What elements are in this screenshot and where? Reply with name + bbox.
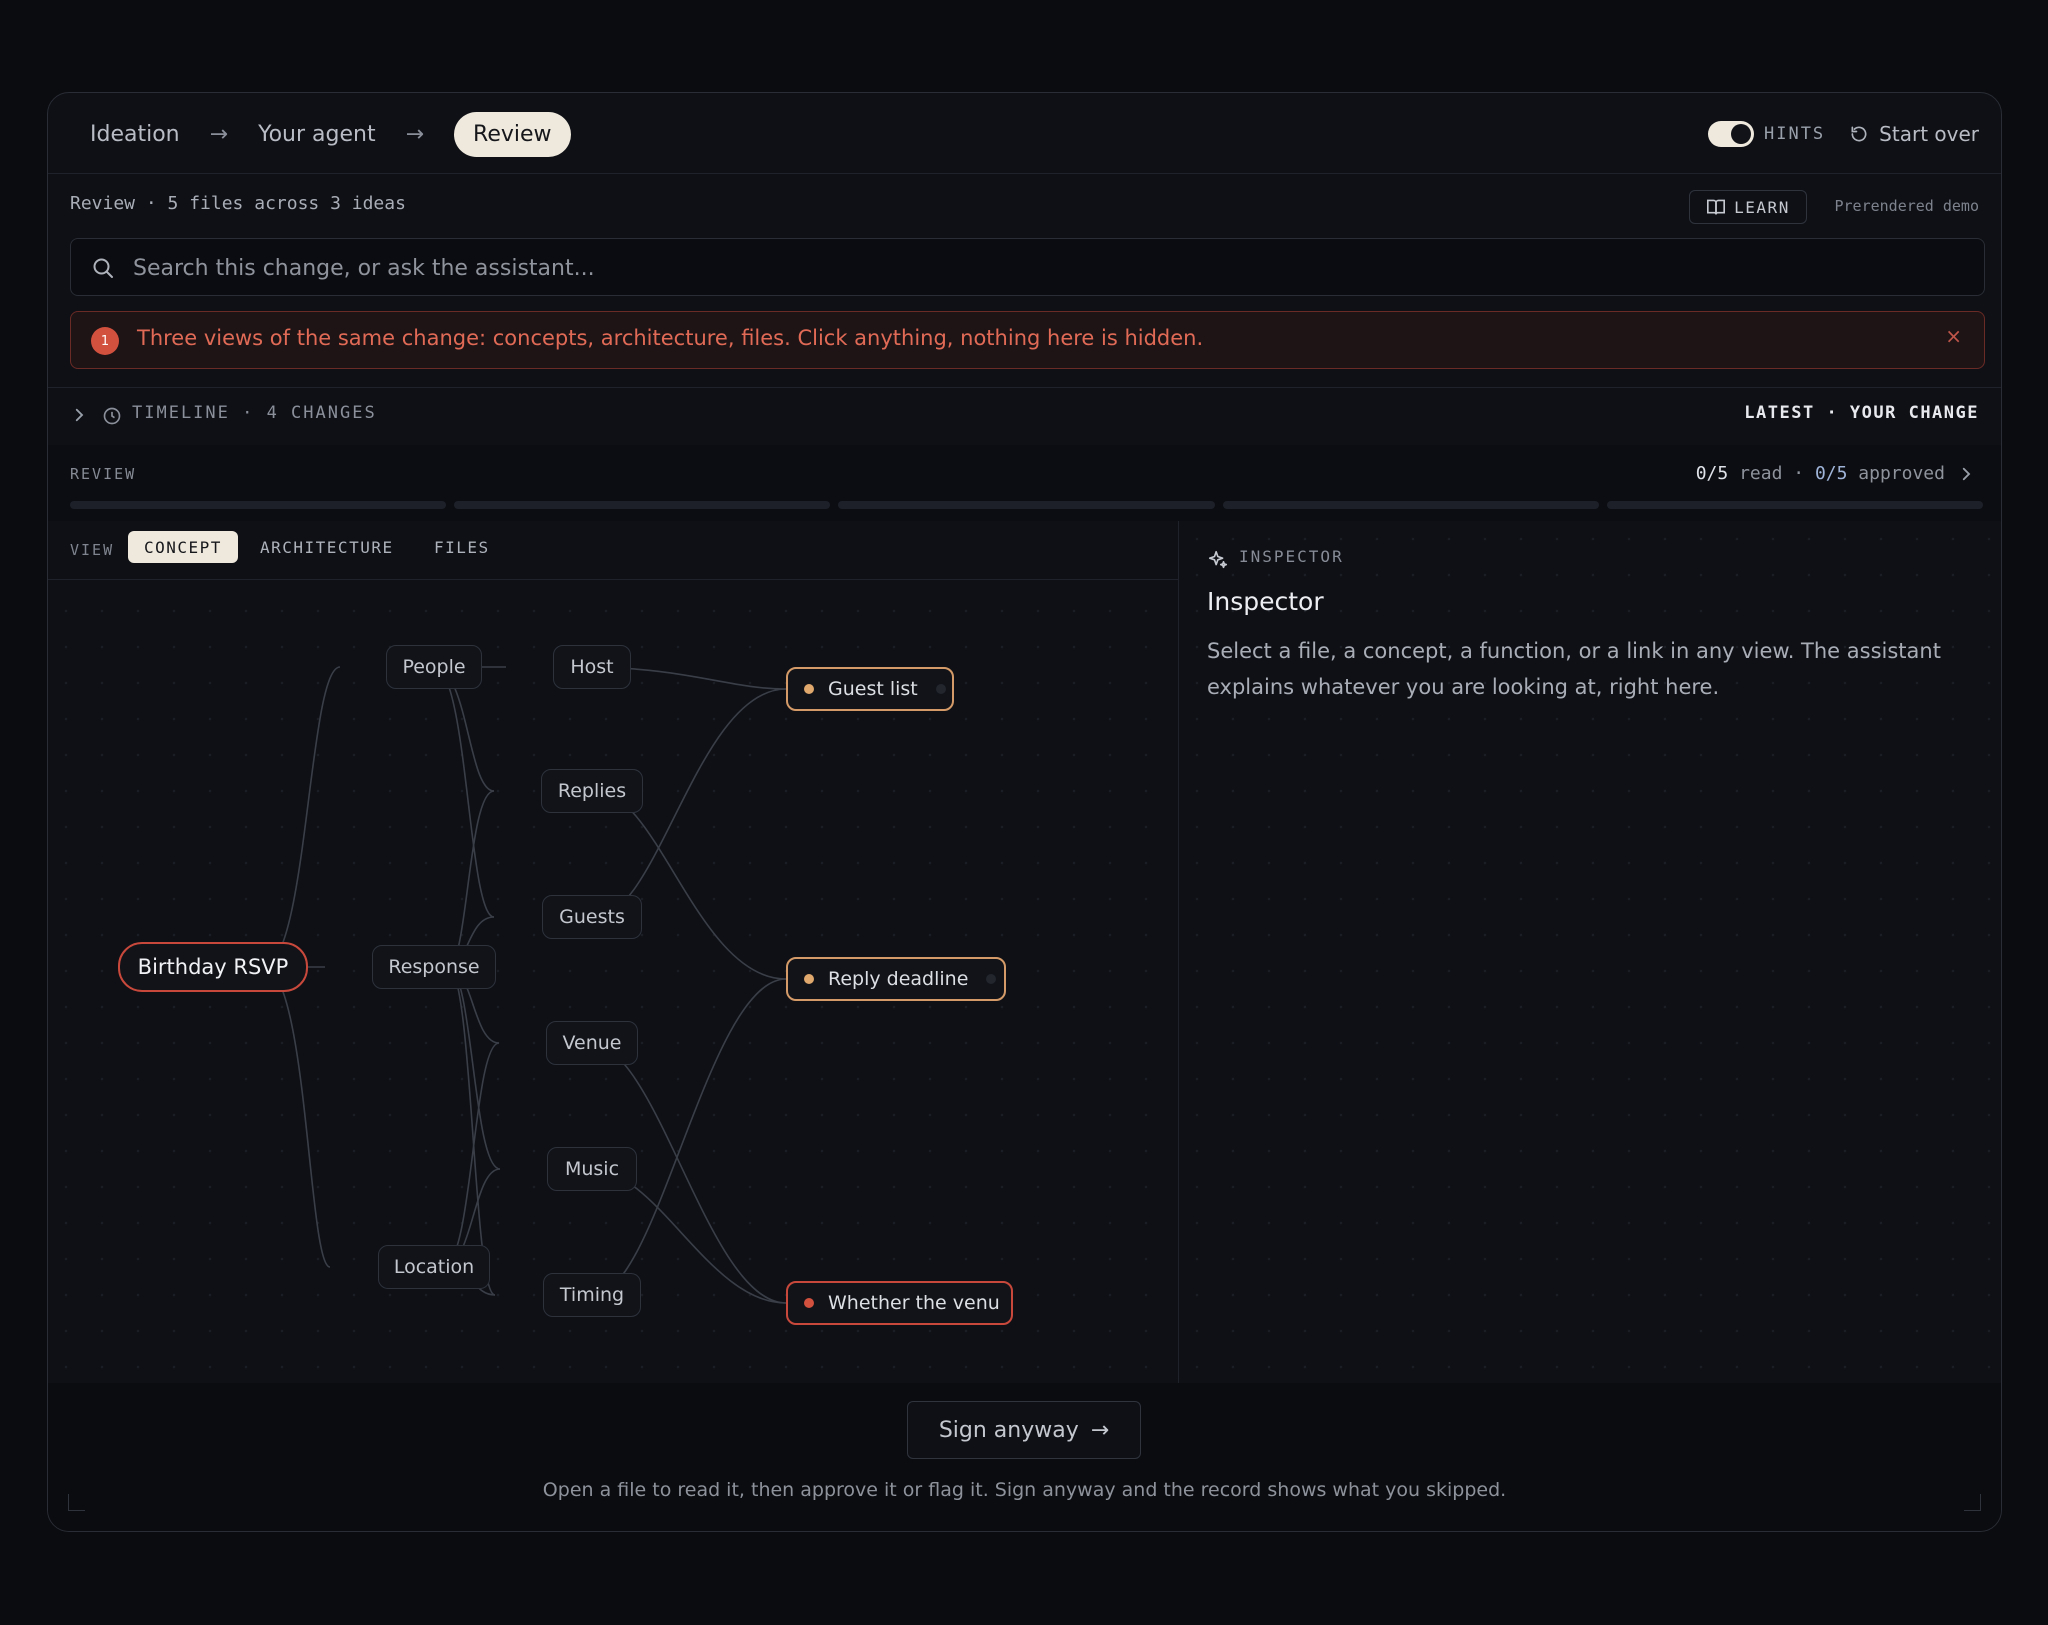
progress-segment <box>1606 501 1984 509</box>
chevron-right-icon[interactable] <box>70 406 88 424</box>
concept-node-music[interactable]: Music <box>547 1147 637 1191</box>
book-icon <box>1707 199 1726 215</box>
outcome-node-reply-deadline[interactable]: Reply deadline <box>786 957 1006 1001</box>
concept-node-guests[interactable]: Guests <box>542 895 642 939</box>
review-progress-bar: REVIEW 0/5 read · 0/5 approved <box>48 445 2001 522</box>
tab-architecture[interactable]: ARCHITECTURE <box>260 531 394 563</box>
concept-node-root[interactable]: Birthday RSVP <box>118 942 308 992</box>
tab-concept[interactable]: CONCEPT <box>128 531 238 563</box>
concept-node-replies[interactable]: Replies <box>541 769 643 813</box>
inspector-panel: INSPECTOR Inspector Select a file, a con… <box>1179 521 2001 1383</box>
arrow-right-icon: → <box>1090 1417 1110 1443</box>
step-your-agent[interactable]: Your agent <box>258 122 376 147</box>
status-dot <box>804 1298 814 1308</box>
hints-label: HINTS <box>1763 124 1826 144</box>
concept-graph: Birthday RSVP People Response Location H… <box>48 579 1178 1383</box>
learn-label: LEARN <box>1734 197 1790 217</box>
inspector-kicker: INSPECTOR <box>1239 547 1344 566</box>
alert-count-badge: 1 <box>91 327 119 355</box>
approved-label: approved <box>1847 463 1945 484</box>
chevron-right-icon[interactable] <box>1957 465 1975 483</box>
stepper-breadcrumb: Ideation → Your agent → Review <box>90 110 571 158</box>
top-bar: Ideation → Your agent → Review HINTS Sta… <box>48 93 2001 174</box>
status-dot-empty <box>935 684 946 694</box>
search-bar <box>70 238 1985 297</box>
progress-segment <box>70 501 447 509</box>
review-summary: Review · 5 files across 3 ideas <box>70 193 406 214</box>
concept-node-response[interactable]: Response <box>372 945 496 989</box>
search-input[interactable] <box>131 239 1935 297</box>
sign-anyway-label: Sign anyway <box>938 1417 1079 1443</box>
concept-node-venue[interactable]: Venue <box>546 1021 638 1065</box>
view-label: VIEW <box>70 541 115 559</box>
timeline-label: TIMELINE · 4 CHANGES <box>132 403 377 423</box>
outcome-label: Whether the venu <box>828 1292 1000 1314</box>
view-panel: VIEW CONCEPT ARCHITECTURE FILES Birthday… <box>48 521 1179 1383</box>
status-dot-empty <box>986 974 997 984</box>
review-progress <box>70 501 1984 509</box>
review-stats[interactable]: 0/5 read · 0/5 approved <box>1696 463 1945 484</box>
corner-mark <box>1964 1494 1981 1511</box>
approved-count: 0/5 <box>1814 463 1848 484</box>
step-review[interactable]: Review <box>454 111 571 157</box>
info-alert: 1 Three views of the same change: concep… <box>70 311 1985 369</box>
outcome-label: Guest list <box>828 678 918 700</box>
search-icon <box>93 258 113 278</box>
progress-segment <box>838 501 1215 509</box>
toggle-knob <box>1730 124 1751 144</box>
top-actions: HINTS Start over <box>1707 119 1979 149</box>
sign-anyway-button[interactable]: Sign anyway → <box>907 1401 1141 1459</box>
read-label: read · <box>1728 463 1815 484</box>
progress-segment <box>1222 501 1599 509</box>
outcome-node-guest-list[interactable]: Guest list <box>786 667 954 711</box>
refresh-icon <box>1851 126 1867 142</box>
prerendered-badge: Prerendered demo <box>1834 197 1980 215</box>
close-icon[interactable]: × <box>1945 324 1962 348</box>
concept-node-people[interactable]: People <box>386 645 482 689</box>
footer-note: Open a file to read it, then approve it … <box>542 1479 1507 1501</box>
alert-text: Three views of the same change: concepts… <box>137 326 1204 350</box>
tab-files[interactable]: FILES <box>434 531 490 563</box>
status-dot <box>804 974 814 984</box>
inspector-body: Select a file, a concept, a function, or… <box>1207 639 1941 699</box>
outcome-label: Reply deadline <box>828 968 969 990</box>
view-switcher: VIEW CONCEPT ARCHITECTURE FILES <box>48 521 1178 580</box>
clock-icon <box>103 407 121 425</box>
concept-node-location[interactable]: Location <box>378 1245 490 1289</box>
status-dot <box>804 684 814 694</box>
app-frame: Ideation → Your agent → Review HINTS Sta… <box>47 92 2002 1532</box>
concept-node-host[interactable]: Host <box>553 645 631 689</box>
timeline-bar[interactable]: TIMELINE · 4 CHANGES LATEST · YOUR CHANG… <box>48 387 2001 447</box>
step-arrow: → <box>405 121 425 147</box>
step-arrow: → <box>209 121 229 147</box>
concept-node-timing[interactable]: Timing <box>543 1273 641 1317</box>
timeline-latest[interactable]: LATEST · YOUR CHANGE <box>1744 403 1979 423</box>
footer: Sign anyway → Open a file to read it, th… <box>48 1383 2001 1531</box>
learn-button[interactable]: LEARN <box>1689 190 1807 224</box>
progress-segment <box>454 501 831 509</box>
read-count: 0/5 <box>1695 463 1729 484</box>
hints-toggle[interactable] <box>1707 121 1754 147</box>
start-over-button[interactable]: Start over <box>1879 122 1979 146</box>
review-label: REVIEW <box>70 465 137 483</box>
outcome-node-venue[interactable]: Whether the venu <box>786 1281 1013 1325</box>
step-ideation[interactable]: Ideation <box>90 122 180 147</box>
inspector-title: Inspector <box>1207 587 1324 616</box>
sparkle-icon <box>1208 550 1228 569</box>
corner-mark <box>68 1494 85 1511</box>
